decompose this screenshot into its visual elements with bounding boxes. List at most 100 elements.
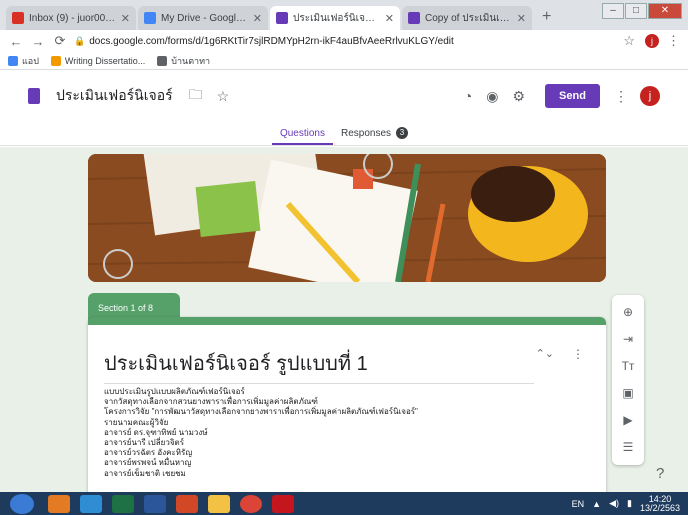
profile-avatar[interactable]: j bbox=[645, 34, 659, 48]
collapse-icon[interactable]: ⌃⌄ bbox=[536, 347, 554, 360]
add-video-icon[interactable]: ▶ bbox=[617, 409, 639, 431]
bookmark-label: แอป bbox=[22, 55, 39, 66]
forward-icon[interactable]: → bbox=[30, 34, 46, 49]
folder-icon[interactable]: 🗀 bbox=[189, 84, 203, 108]
media-player-icon[interactable] bbox=[48, 494, 70, 513]
add-title-icon[interactable]: Tт bbox=[617, 355, 639, 377]
clock-date: 13/2/2563 bbox=[639, 502, 680, 513]
tab-favicon-icon bbox=[12, 12, 24, 24]
star-icon[interactable]: ☆ bbox=[217, 88, 230, 105]
tab-close-icon[interactable]: ✕ bbox=[121, 12, 130, 25]
lock-icon: 🔒 bbox=[74, 35, 86, 46]
url-field[interactable]: docs.google.com/forms/d/1g6RKtTir7sjlRDM… bbox=[89, 36, 623, 47]
windows-taskbar: EN ▲ ◀) ▮ 14:20 13/2/2563 bbox=[0, 492, 688, 515]
form-title[interactable]: ประเมินเฟอร์นิเจอร์ bbox=[56, 85, 173, 107]
internet-explorer-icon[interactable] bbox=[80, 494, 102, 513]
close-window-button[interactable]: ✕ bbox=[648, 3, 682, 19]
excel-icon[interactable] bbox=[112, 494, 134, 513]
bookmark-label: บ้านตาทา bbox=[171, 55, 211, 66]
form-canvas: Section 1 of 8 ประเมินเฟอร์นิเจอร์ รูปแบ… bbox=[0, 147, 688, 492]
description-line: อาจารย์ ดร.จุฑาทิพย์ นามวงษ์ bbox=[104, 427, 208, 437]
file-explorer-icon[interactable] bbox=[208, 494, 230, 513]
tab-responses[interactable]: Responses 3 bbox=[333, 127, 416, 145]
palette-icon[interactable]: ◔ bbox=[464, 88, 472, 104]
powerpoint-icon[interactable] bbox=[176, 494, 198, 513]
description-line: อาจารย์นารี เปลี่ยวจิตร์ bbox=[104, 438, 185, 448]
tab-favicon-icon bbox=[408, 12, 420, 24]
description-line: โครงการวิจัย "การพัฒนาวัสดุทางเลือกจากยา… bbox=[104, 407, 418, 417]
tab-favicon-icon bbox=[276, 12, 288, 24]
acrobat-icon[interactable] bbox=[272, 494, 294, 513]
description-line: แบบประเมินรูปแบบผลิตภัณฑ์เฟอร์นิเจอร์ bbox=[104, 387, 245, 396]
network-icon[interactable]: ▮ bbox=[627, 498, 632, 509]
responses-count-badge: 3 bbox=[396, 127, 409, 139]
browser-tab[interactable]: Copy of ประเมินเฟอร์นิเจอร์ ✕ bbox=[402, 6, 532, 30]
bookmark-star-icon[interactable]: ☆ bbox=[623, 33, 635, 49]
preview-eye-icon[interactable]: ◉ bbox=[486, 88, 498, 105]
description-line: อาจารย์เข็มชาติ เชยชม bbox=[104, 468, 186, 478]
language-indicator[interactable]: EN bbox=[572, 499, 585, 509]
minimize-button[interactable]: – bbox=[602, 3, 624, 19]
form-header: ประเมินเฟอร์นิเจอร์ 🗀 ☆ ◔ ◉ ⚙ Send ⋮ j bbox=[0, 70, 688, 122]
clock[interactable]: 14:20 13/2/2563 bbox=[639, 494, 680, 513]
tab-title: Copy of ประเมินเฟอร์นิเจอร์ bbox=[425, 12, 513, 24]
form-tabs: Questions Responses 3 bbox=[0, 122, 688, 146]
section-card[interactable]: ประเมินเฟอร์นิเจอร์ รูปแบบที่ 1 ⌃⌄ ⋮ แบบ… bbox=[88, 317, 606, 492]
help-icon[interactable]: ? bbox=[656, 465, 664, 482]
description-line: รายนามคณะผู้วิจัย bbox=[104, 417, 169, 427]
bookmark-item[interactable]: แอป bbox=[8, 54, 39, 68]
tab-favicon-icon bbox=[144, 12, 156, 24]
settings-gear-icon[interactable]: ⚙ bbox=[512, 88, 525, 105]
send-button[interactable]: Send bbox=[545, 84, 600, 108]
browser-menu-icon[interactable]: ⋮ bbox=[667, 33, 680, 49]
more-options-icon[interactable]: ⋮ bbox=[614, 88, 628, 105]
tab-responses-label: Responses bbox=[341, 127, 392, 139]
import-questions-icon[interactable]: ⇥ bbox=[617, 328, 639, 350]
browser-tab[interactable]: My Drive - Google Drive ✕ bbox=[138, 6, 268, 30]
section-more-icon[interactable]: ⋮ bbox=[572, 347, 584, 361]
reload-icon[interactable]: ⟳ bbox=[52, 33, 68, 49]
tab-close-icon[interactable]: ✕ bbox=[385, 12, 394, 25]
bookmarks-bar: แอป Writing Dissertatio... บ้านตาทา bbox=[0, 52, 688, 70]
tab-title: Inbox (9) - juor001@gmai bbox=[29, 12, 117, 24]
new-tab-button[interactable]: + bbox=[542, 8, 551, 26]
bookmark-item[interactable]: บ้านตาทา bbox=[157, 54, 210, 68]
tray-arrow-icon[interactable]: ▲ bbox=[592, 499, 601, 509]
tab-questions-label: Questions bbox=[279, 128, 325, 139]
tab-close-icon[interactable]: ✕ bbox=[517, 12, 526, 25]
window-controls: – □ ✕ bbox=[601, 3, 682, 19]
tab-questions[interactable]: Questions bbox=[271, 128, 333, 145]
description-line: จากวัสดุทางเลือกจากสวนยางพาราเพื่อการเพิ… bbox=[104, 397, 318, 407]
volume-icon[interactable]: ◀) bbox=[609, 498, 619, 509]
description-line: อาจารย์วรฉัตร อังคะหิรัญ bbox=[104, 448, 193, 458]
tab-title: ประเมินเฟอร์นิเจอร์ - Google bbox=[293, 12, 381, 24]
maximize-button[interactable]: □ bbox=[625, 3, 647, 19]
section-title[interactable]: ประเมินเฟอร์นิเจอร์ รูปแบบที่ 1 bbox=[104, 347, 368, 379]
add-image-icon[interactable]: ▣ bbox=[617, 382, 639, 404]
browser-tab[interactable]: Inbox (9) - juor001@gmai ✕ bbox=[6, 6, 136, 30]
globe-icon bbox=[157, 55, 168, 66]
description-line: อาจารย์พรพจน์ หมื่นหาญ bbox=[104, 458, 192, 468]
system-tray: EN ▲ ◀) ▮ 14:20 13/2/2563 bbox=[564, 492, 680, 515]
chrome-icon[interactable] bbox=[240, 494, 262, 513]
header-banner-image bbox=[88, 154, 606, 282]
bookmark-label: Writing Dissertatio... bbox=[64, 55, 146, 66]
add-question-icon[interactable]: ⊕ bbox=[617, 301, 639, 323]
add-section-icon[interactable]: ☰ bbox=[617, 436, 639, 458]
avatar[interactable]: j bbox=[640, 86, 660, 106]
desk-illustration bbox=[88, 154, 606, 282]
circle-icon bbox=[50, 55, 61, 66]
google-forms-icon[interactable] bbox=[28, 88, 40, 104]
apps-icon bbox=[8, 55, 18, 66]
bookmark-item[interactable]: Writing Dissertatio... bbox=[50, 55, 146, 66]
question-toolbar: ⊕ ⇥ Tт ▣ ▶ ☰ bbox=[612, 295, 644, 465]
tab-close-icon[interactable]: ✕ bbox=[253, 12, 262, 25]
back-icon[interactable]: ← bbox=[8, 34, 24, 49]
word-icon[interactable] bbox=[144, 494, 166, 513]
browser-tab-strip: Inbox (9) - juor001@gmai✕My Drive - Goog… bbox=[0, 0, 688, 30]
browser-tab[interactable]: ประเมินเฟอร์นิเจอร์ - Google ✕ bbox=[270, 6, 400, 30]
section-description[interactable]: แบบประเมินรูปแบบผลิตภัณฑ์เฟอร์นิเจอร์ จาก… bbox=[104, 387, 418, 479]
start-button[interactable] bbox=[10, 493, 34, 514]
address-bar: ← → ⟳ 🔒 docs.google.com/forms/d/1g6RKtTi… bbox=[0, 30, 688, 52]
title-underline bbox=[104, 383, 534, 384]
